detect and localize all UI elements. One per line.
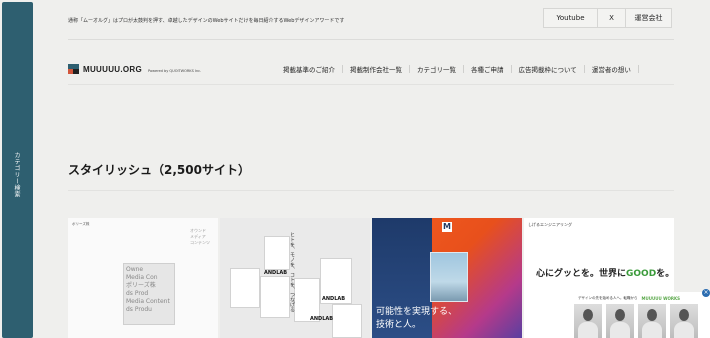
thumb-cube-text: Owne Media Con ポリーズ株 ds Prod Media Conte…	[126, 266, 170, 313]
thumb-headline: 心にグッとを。世界にGOODを。	[536, 269, 674, 279]
thumb-m-logo: M	[442, 222, 452, 232]
ad-banner[interactable]: デザインの先を始める人へ。転職から MUUUUU WORKS	[560, 292, 710, 338]
youtube-button[interactable]: Youtube	[543, 8, 598, 28]
site-thumbnail[interactable]: ポリーズ株 Owne Media Con ポリーズ株 ds Prod Media…	[68, 218, 218, 338]
nav-item-ads[interactable]: 広告掲載枠について	[512, 64, 584, 74]
nav-item-criteria[interactable]: 掲載基準のご紹介	[276, 64, 342, 74]
nav-item-companies[interactable]: 掲載制作会社一覧	[343, 64, 409, 74]
ad-person-photo	[574, 304, 602, 338]
site-logo[interactable]: MUUUUU.ORG Powered by QUOITWORKS Inc.	[68, 64, 201, 74]
thumb-side-words: オウンド メディア コンテンツ	[190, 228, 210, 245]
nav-divider	[637, 65, 639, 73]
company-button[interactable]: 運営会社	[625, 8, 672, 28]
site-tagline: 通称「ムーオルグ」はプロが太鼓判を押す、卓越したデザインのWebサイトだけを毎日…	[68, 18, 345, 24]
nav-item-applications[interactable]: 各種ご申請	[464, 64, 511, 74]
thumb-site-name: ポリーズ株	[72, 222, 90, 226]
header-divider	[68, 39, 674, 40]
site-thumbnail[interactable]: M 可能性を実現する、 技術と人。	[372, 218, 522, 338]
ad-brand: MUUUUU WORKS	[641, 295, 681, 301]
nav-item-about[interactable]: 運営者の想い	[585, 64, 638, 74]
thumb-andlab-label: ANDLAB	[310, 316, 334, 322]
thumb-photo	[430, 252, 468, 302]
thumb-vertical-text: ヒトを、モノを、コトを、つなげる	[289, 232, 295, 312]
ad-person-photo	[606, 304, 634, 338]
ad-person-photo	[670, 304, 698, 338]
thumb-andlab-label: ANDLAB	[322, 296, 346, 302]
category-search-tab[interactable]: カテゴリー検索	[2, 2, 33, 338]
nav-divider-line	[68, 84, 674, 85]
close-icon[interactable]: ×	[702, 289, 710, 297]
thumb-header-text: しげるエンジニアリング	[528, 222, 572, 227]
ad-person-photo	[638, 304, 666, 338]
category-search-label: カテゴリー検索	[13, 152, 20, 198]
top-links: Youtube X 運営会社	[543, 8, 672, 28]
main-nav: 掲載基準のご紹介 掲載制作会社一覧 カテゴリ一覧 各種ご申請 広告掲載枠について…	[276, 64, 639, 74]
section-title: スタイリッシュ（2,500サイト）	[68, 163, 250, 177]
section-divider	[68, 190, 674, 191]
nav-item-categories[interactable]: カテゴリ一覧	[410, 64, 463, 74]
ad-copy: デザインの先を始める人へ。転職から	[578, 295, 638, 300]
page: カテゴリー検索 通称「ムーオルグ」はプロが太鼓判を押す、卓越したデザインのWeb…	[0, 0, 710, 338]
logo-mark-icon	[68, 64, 79, 74]
thumb-copy: 可能性を実現する、 技術と人。	[376, 307, 458, 330]
logo-text: MUUUUU.ORG	[83, 64, 142, 74]
x-button[interactable]: X	[597, 8, 626, 28]
site-thumbnail[interactable]: ANDLAB ANDLAB ANDLAB ヒトを、モノを、コトを、つなげる	[220, 218, 370, 338]
powered-by: Powered by QUOITWORKS Inc.	[148, 68, 202, 73]
thumb-andlab-label: ANDLAB	[264, 270, 288, 276]
